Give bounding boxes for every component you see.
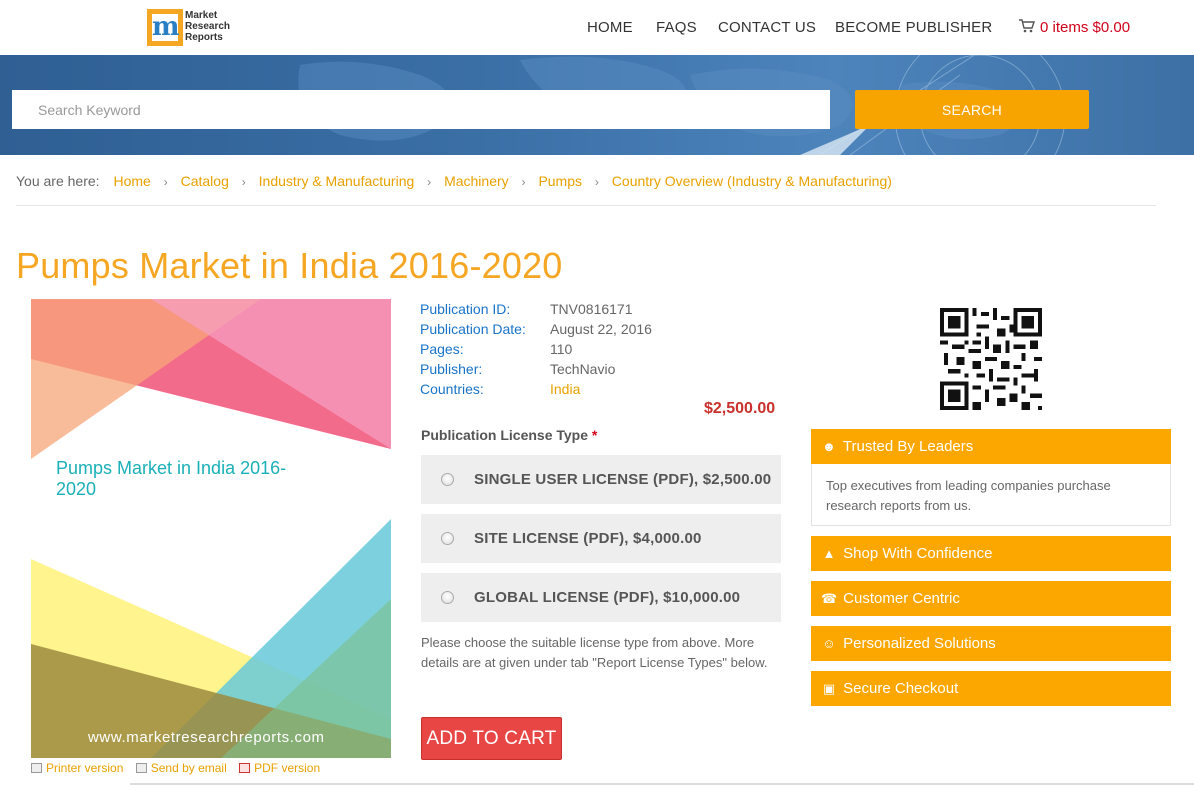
radio-button[interactable] xyxy=(441,591,454,604)
cart-icon xyxy=(1019,19,1035,33)
shop-with-confidence-box[interactable]: ▲ Shop With Confidence xyxy=(811,536,1171,571)
printer-version-link[interactable]: Printer version xyxy=(31,761,123,775)
search-input[interactable] xyxy=(12,90,830,129)
pdf-icon xyxy=(239,763,251,773)
page-title: Pumps Market in India 2016-2020 xyxy=(16,245,563,286)
nav-faqs[interactable]: FAQS xyxy=(656,19,697,36)
cover-title: Pumps Market in India 2016-2020 xyxy=(56,458,287,499)
site-logo[interactable]: m Market Research Reports xyxy=(147,9,230,47)
meta-key: Countries: xyxy=(420,381,484,397)
breadcrumb-industry[interactable]: Industry & Manufacturing xyxy=(259,173,415,189)
add-to-cart-button[interactable]: ADD TO CART xyxy=(421,717,562,760)
trusted-by-leaders-body: Top executives from leading companies pu… xyxy=(811,464,1171,526)
meta-key: Pages: xyxy=(420,341,464,357)
breadcrumb-machinery[interactable]: Machinery xyxy=(444,173,509,189)
required-mark: * xyxy=(591,427,598,443)
license-option-label: SITE LICENSE (PDF), $4,000.00 xyxy=(474,530,702,547)
license-type-label-text: Publication License Type xyxy=(421,427,589,443)
chevron-right-icon: › xyxy=(163,175,168,189)
personalized-solutions-box[interactable]: ☺ Personalized Solutions xyxy=(811,626,1171,661)
meta-row-publisher: Publisher: TechNavio xyxy=(420,361,652,381)
secure-checkout-label: Secure Checkout xyxy=(843,680,959,697)
license-option-site[interactable]: SITE LICENSE (PDF), $4,000.00 xyxy=(421,514,781,563)
meta-row-publication-id: Publication ID: TNV0816171 xyxy=(420,301,652,321)
cart-icon: ▣ xyxy=(822,681,836,696)
report-utilities: Printer version Send by email PDF versio… xyxy=(31,761,329,775)
secure-checkout-box[interactable]: ▣ Secure Checkout xyxy=(811,671,1171,706)
search-banner: SEARCH xyxy=(0,55,1194,155)
logo-word-3: Reports xyxy=(185,32,223,43)
meta-key: Publication Date: xyxy=(420,321,526,337)
nav-become-publisher[interactable]: BECOME PUBLISHER xyxy=(835,19,992,36)
divider xyxy=(16,205,1156,206)
phone-icon: ☎ xyxy=(821,591,838,606)
meta-value: TechNavio xyxy=(550,361,616,377)
radio-button[interactable] xyxy=(441,473,454,486)
license-option-single-user[interactable]: SINGLE USER LICENSE (PDF), $2,500.00 xyxy=(421,455,781,504)
publication-details: Publication ID: TNV0816171 Publication Da… xyxy=(420,301,652,401)
meta-value: August 22, 2016 xyxy=(550,321,652,337)
logo-word-1: Market xyxy=(185,10,218,21)
customer-centric-box[interactable]: ☎ Customer Centric xyxy=(811,581,1171,616)
site-header: m Market Research Reports HOME FAQS CONT… xyxy=(0,0,1194,55)
meta-row-pages: Pages: 110 xyxy=(420,341,652,361)
country-link[interactable]: India xyxy=(550,381,580,397)
header-cart[interactable]: 0 items $0.00 xyxy=(1019,19,1130,36)
meta-key: Publication ID: xyxy=(420,301,511,317)
breadcrumb-country-overview[interactable]: Country Overview (Industry & Manufacturi… xyxy=(612,173,892,189)
meta-value: 110 xyxy=(550,341,573,357)
trusted-by-leaders-header: ☻ Trusted By Leaders xyxy=(811,429,1171,464)
send-by-email-label: Send by email xyxy=(150,761,227,775)
meta-value: TNV0816171 xyxy=(550,301,633,317)
chevron-right-icon: › xyxy=(427,175,432,189)
thumbs-up-icon: ▲ xyxy=(822,546,836,561)
report-price: $2,500.00 xyxy=(704,400,776,417)
breadcrumb-home[interactable]: Home xyxy=(113,173,150,189)
trusted-title: Trusted By Leaders xyxy=(842,438,974,455)
meta-key: Publisher: xyxy=(420,361,483,377)
printer-version-label: Printer version xyxy=(46,761,124,775)
report-cover-image: Pumps Market in India 2016-2020 www.mark… xyxy=(31,299,391,758)
pdf-version-link[interactable]: PDF version xyxy=(239,761,320,775)
nav-home[interactable]: HOME xyxy=(587,19,633,36)
license-option-label: GLOBAL LICENSE (PDF), $10,000.00 xyxy=(474,589,741,606)
license-note: Please choose the suitable license type … xyxy=(421,635,768,670)
users-icon: ☻ xyxy=(822,439,836,454)
logo-mark: m xyxy=(147,9,183,46)
meta-row-countries: Countries: India xyxy=(420,381,652,401)
chevron-right-icon: › xyxy=(241,175,246,189)
license-type-label: Publication License Type * xyxy=(421,427,597,443)
license-option-label: SINGLE USER LICENSE (PDF), $2,500.00 xyxy=(474,471,772,488)
shop-with-confidence-label: Shop With Confidence xyxy=(843,545,993,562)
cart-summary: 0 items $0.00 xyxy=(1040,19,1131,36)
nav-contact-us[interactable]: CONTACT US xyxy=(718,19,816,36)
license-option-global[interactable]: GLOBAL LICENSE (PDF), $10,000.00 xyxy=(421,573,781,622)
breadcrumb-label: You are here: xyxy=(16,173,100,189)
smile-icon: ☺ xyxy=(822,636,836,651)
personalized-solutions-label: Personalized Solutions xyxy=(843,635,996,652)
chevron-right-icon: › xyxy=(521,175,526,189)
pdf-version-label: PDF version xyxy=(254,761,321,775)
printer-icon xyxy=(31,763,42,773)
radio-button[interactable] xyxy=(441,532,454,545)
logo-wordmark: Market Research Reports xyxy=(185,10,230,43)
logo-word-2: Research xyxy=(185,21,231,32)
email-icon xyxy=(135,763,147,773)
customer-centric-label: Customer Centric xyxy=(843,590,960,607)
breadcrumb: You are here: Home › Catalog › Industry … xyxy=(16,173,892,189)
cover-art xyxy=(31,299,391,758)
search-button[interactable]: SEARCH xyxy=(855,90,1089,129)
breadcrumb-catalog[interactable]: Catalog xyxy=(181,173,229,189)
meta-row-publication-date: Publication Date: August 22, 2016 xyxy=(420,321,652,341)
qr-code xyxy=(940,308,1042,410)
send-by-email-link[interactable]: Send by email xyxy=(135,761,227,775)
breadcrumb-pumps[interactable]: Pumps xyxy=(538,173,582,189)
cover-url: www.marketresearchreports.com xyxy=(88,729,325,746)
chevron-right-icon: › xyxy=(594,175,599,189)
